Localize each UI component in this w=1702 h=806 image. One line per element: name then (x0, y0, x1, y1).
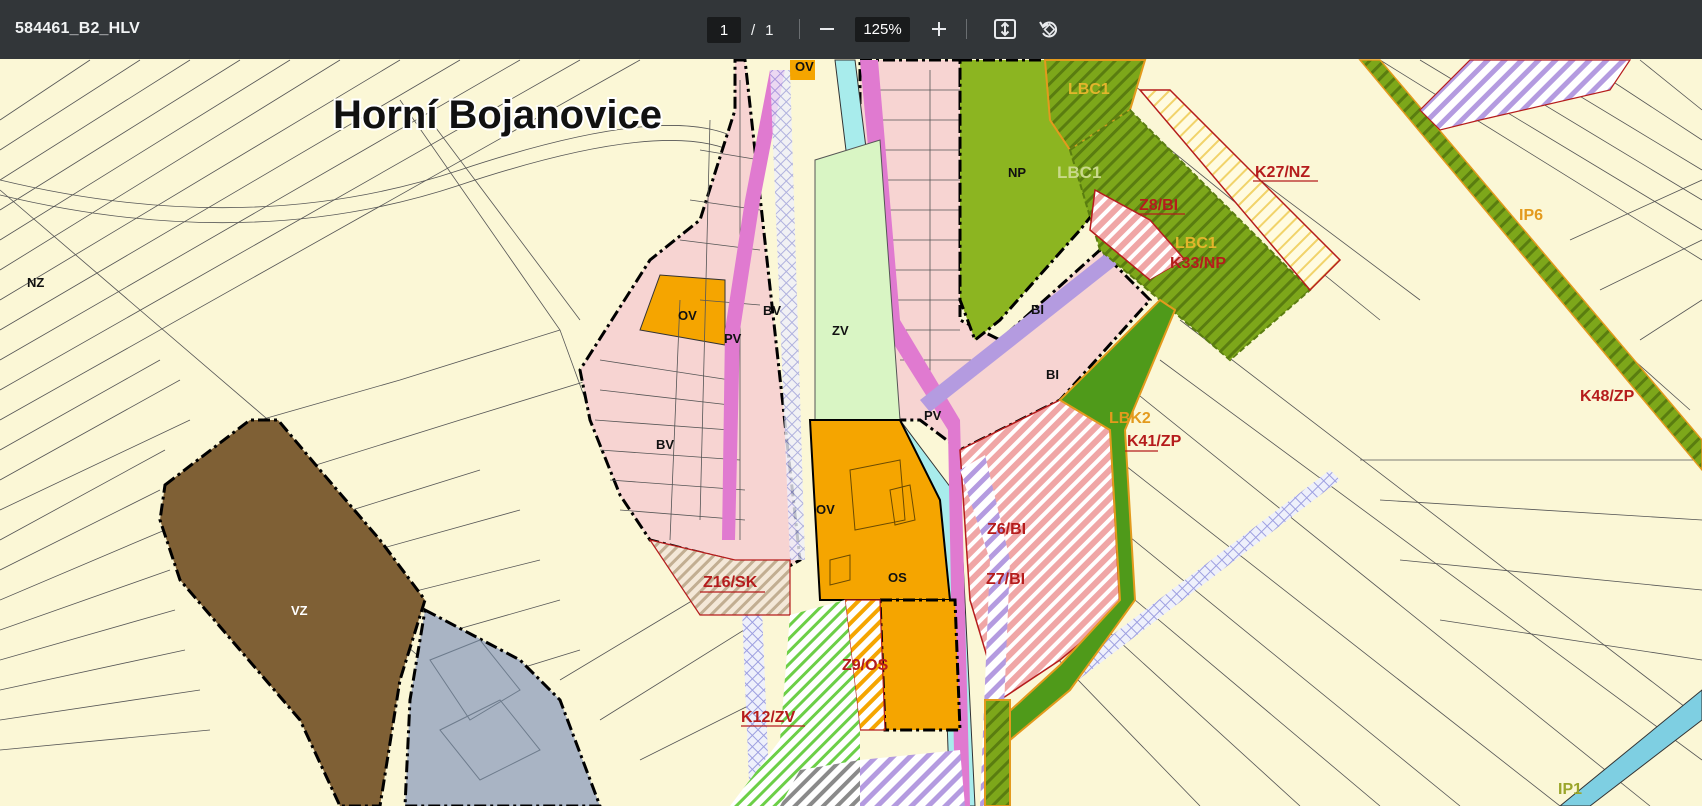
zone-label-ov: OV (795, 59, 814, 74)
zone-label-pv: PV (724, 331, 742, 346)
plus-icon (932, 22, 946, 36)
zone-label-k33: K33/NP (1170, 255, 1226, 272)
rotate-icon (1039, 21, 1057, 38)
zone-label-lbc1: LBC1 (1057, 163, 1101, 182)
rotate-button[interactable] (1034, 14, 1064, 44)
zone-label-ip1: IP1 (1558, 781, 1582, 798)
zone-label-ov: OV (816, 502, 835, 517)
map-title: Horní Bojanovice (333, 93, 662, 137)
zoom-in-button[interactable] (924, 14, 954, 44)
zone-label-nz: NZ (27, 275, 44, 290)
zone-label-k27: K27/NZ (1255, 164, 1310, 181)
fit-page-icon (994, 19, 1016, 39)
zone-label-k12: K12/ZV (741, 709, 796, 726)
zone-label-bv: BV (763, 303, 781, 318)
minus-icon (820, 28, 834, 30)
zone-label-z8: Z8/BI (1139, 197, 1178, 214)
fit-page-button[interactable] (990, 14, 1020, 44)
zone-label-ov: OV (678, 308, 697, 323)
zone-label-os: OS (888, 570, 907, 585)
zone-label-bi: BI (1031, 302, 1044, 317)
zoom-out-button[interactable] (812, 14, 842, 44)
pdf-page-viewport[interactable]: Horní Bojanovice NZ OV OV OV PV PV BV BV… (0, 59, 1702, 806)
zone-label-k41: K41/ZP (1127, 433, 1182, 450)
zone-label-bv: BV (656, 437, 674, 452)
zone-label-vz: VZ (291, 603, 308, 618)
zone-label-z7: Z7/BI (986, 571, 1025, 588)
zone-label-lbk2: LBK2 (1109, 410, 1151, 427)
document-title: 584461_B2_HLV (15, 20, 141, 37)
zone-label-bi: BI (1046, 367, 1059, 382)
zone-label-lbc1: LBC1 (1175, 235, 1217, 252)
zone-label-z6: Z6/BI (987, 521, 1026, 538)
zone-transport (403, 607, 602, 806)
pdf-toolbar: 584461_B2_HLV / 1 125% (0, 0, 1702, 59)
zone-label-lbc1: LBC1 (1068, 81, 1110, 98)
zone-label-ip6: IP6 (1519, 207, 1543, 224)
zone-label-np: NP (1008, 165, 1026, 180)
zoom-level[interactable]: 125% (855, 17, 910, 42)
toolbar-divider (966, 19, 967, 39)
page-navigator: / 1 (707, 17, 774, 43)
page-total: 1 (765, 21, 774, 39)
page-number-input[interactable] (707, 17, 741, 43)
zone-os-south (878, 598, 962, 732)
toolbar-divider (799, 19, 800, 39)
zone-south-green (984, 699, 1011, 806)
page-separator: / (751, 21, 756, 39)
zone-label-k48: K48/ZP (1580, 388, 1635, 405)
zone-label-zv: ZV (832, 323, 849, 338)
zone-label-z9: Z9/OS (842, 657, 889, 674)
zone-label-z16: Z16/SK (703, 574, 758, 591)
zone-purple-south (860, 750, 965, 806)
zone-label-pv: PV (924, 408, 942, 423)
zoning-map: Horní Bojanovice NZ OV OV OV PV PV BV BV… (0, 59, 1702, 806)
zone-purple-ne (1419, 59, 1632, 131)
